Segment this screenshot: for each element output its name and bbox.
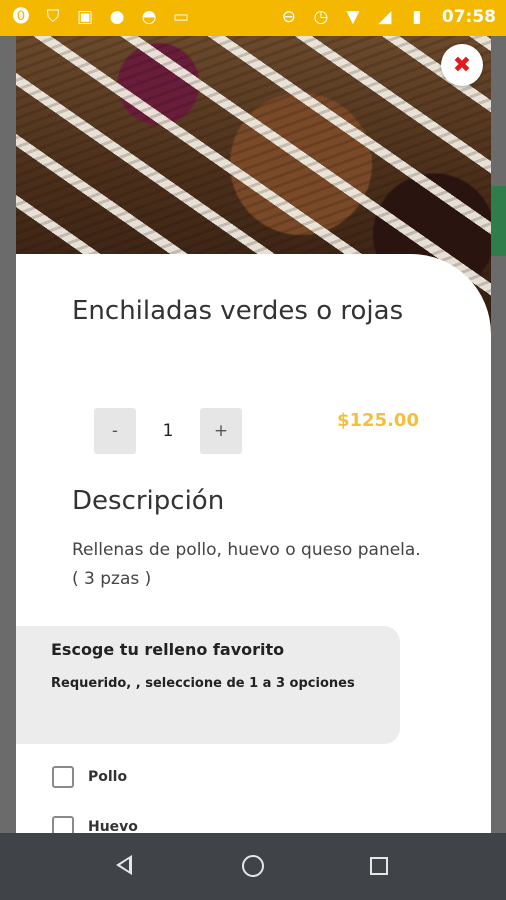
shield-icon: ⛉ [46,6,60,27]
signal-icon: ◢ [378,6,392,27]
status-time: 07:58 [441,7,496,27]
option-item-huevo[interactable]: Huevo [52,816,138,833]
quantity-stepper: - 1 + [94,408,242,454]
status-right-icons: ⊖ ◷ ▼ ◢ ▮ 07:58 [278,6,496,28]
status-bar: ⓿ ⛉ ▣ ● ◓ ▭ ⊖ ◷ ▼ ◢ ▮ 07:58 [0,0,506,36]
option-group-header: Escoge tu relleno favorito Requerido, , … [16,626,400,744]
quantity-value: 1 [162,421,174,441]
background-accent [490,186,506,256]
description-heading: Descripción [72,486,225,516]
option-label: Huevo [88,819,138,833]
product-card: Enchiladas verdes o rojas - 1 + $125.00 … [16,254,491,833]
product-title: Enchiladas verdes o rojas [72,296,404,326]
recent-apps-icon[interactable] [370,857,388,875]
status-left-icons: ⓿ ⛉ ▣ ● ◓ ▭ [10,6,192,28]
description-text: Rellenas de pollo, huevo o queso panela.… [72,540,421,589]
decrease-button[interactable]: - [94,408,136,454]
back-icon-inner [120,859,129,871]
option-label: Pollo [88,769,128,785]
product-price: $125.00 [337,410,419,431]
battery-icon: ▮ [412,6,422,27]
home-icon[interactable] [242,855,264,877]
laptop-icon: ▭ [172,6,190,27]
checkbox[interactable] [52,816,74,833]
product-modal: ✖ Enchiladas verdes o rojas - 1 + $125.0… [16,36,491,833]
navigation-bar [0,833,506,900]
checkbox[interactable] [52,766,74,788]
alert-icon: ⓿ [12,6,30,27]
increase-button[interactable]: + [200,408,242,454]
wifi-icon: ▼ [346,6,360,27]
alarm-icon: ◷ [313,6,329,27]
blob-icon: ● [109,6,125,27]
option-group-subtitle: Requerido, , seleccione de 1 a 3 opcione… [51,676,355,691]
option-item-pollo[interactable]: Pollo [52,766,127,788]
dnd-icon: ⊖ [281,6,296,27]
image-icon: ▣ [76,6,94,27]
incognito-icon: ◓ [141,6,157,27]
option-group-title: Escoge tu relleno favorito [51,640,285,659]
close-button[interactable]: ✖ [441,44,483,86]
